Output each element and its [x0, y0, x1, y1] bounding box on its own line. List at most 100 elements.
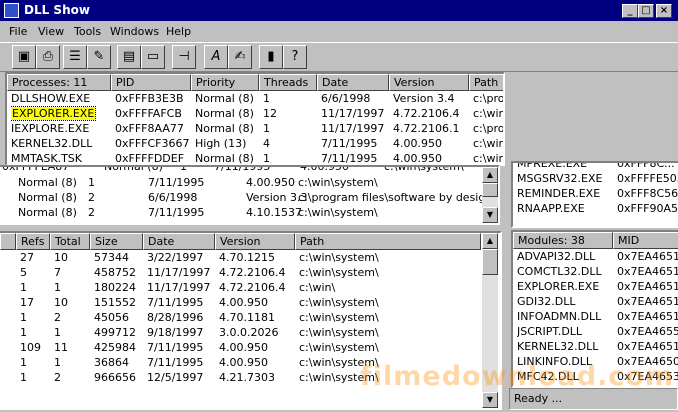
properties-icon[interactable]: ✎: [87, 45, 111, 69]
process-row[interactable]: MMTASK.TSK 0xFFFFDDEF Normal (8) 1 7/11/1995…: [7, 151, 503, 164]
column-pid[interactable]: PID: [111, 74, 191, 91]
process-name: MSGSRV32.EXE: [517, 172, 603, 185]
column-date[interactable]: Date: [143, 233, 215, 250]
total: 1: [54, 326, 61, 339]
list-item[interactable]: GDI32.DLL 0x7EA4651F: [513, 294, 678, 309]
size: 151552: [94, 296, 136, 309]
column-threads[interactable]: Threads: [259, 74, 317, 91]
threads-cell: 1: [263, 151, 319, 164]
total: 1: [54, 281, 61, 294]
mid: 0x7EA4655D: [617, 325, 678, 338]
menu-file[interactable]: File: [9, 25, 27, 38]
total-cell: 10: [54, 295, 90, 310]
list-item[interactable]: MPREXE.EXE 0xFFF8C...: [513, 163, 678, 171]
process-row[interactable]: DLLSHOW.EXE 0xFFFB3E3B Normal (8) 1 6/6/1998…: [7, 91, 503, 106]
process-name: KERNEL32.DLL: [11, 137, 93, 150]
path-cell: c:\win\system\: [473, 136, 503, 151]
table-row[interactable]: 1 1 499712 9/18/1997 3.0.0.2026 c:\win\system…: [0, 325, 500, 340]
menu-help[interactable]: Help: [166, 25, 191, 38]
date: 9/18/1997: [147, 326, 204, 339]
list-item[interactable]: Normal (8) 2 7/11/1995 4.10.1537 c:\win\syst…: [0, 205, 498, 220]
column-icon[interactable]: [0, 233, 16, 250]
size-cell: 425984: [94, 340, 144, 355]
column-version[interactable]: Version: [389, 74, 469, 91]
column-date[interactable]: Date: [317, 74, 389, 91]
list-item[interactable]: INFOADMN.DLL 0x7EA4651B: [513, 309, 678, 324]
threads: 2: [88, 191, 95, 204]
column-size[interactable]: Size: [90, 233, 143, 250]
edit-icon[interactable]: ✍: [228, 45, 252, 69]
save-icon[interactable]: ▣: [12, 45, 36, 69]
list-item[interactable]: RNAAPP.EXE 0xFFF90A5E: [513, 201, 678, 216]
scroll-up-button[interactable]: ▲: [482, 233, 498, 249]
column-total[interactable]: Total: [50, 233, 90, 250]
path-cell: c:\win\system\: [298, 205, 484, 220]
pin-icon[interactable]: ⊣: [172, 45, 196, 69]
column-version[interactable]: Version: [215, 233, 295, 250]
close-button[interactable]: ×: [656, 4, 672, 18]
table-row[interactable]: 17 10 151552 7/11/1995 4.00.950 c:\win\system…: [0, 295, 500, 310]
monitor-icon[interactable]: ▭: [141, 45, 165, 69]
scroll-up-button[interactable]: ▲: [482, 167, 498, 183]
process-row[interactable]: IEXPLORE.EXE 0xFFF8AA77 Normal (8) 1 11/17/1…: [7, 121, 503, 136]
list-item[interactable]: ADVAPI32.DLL 0x7EA4651D: [513, 249, 678, 264]
process-name: EXPLORER.EXE: [11, 106, 97, 121]
table-row[interactable]: 109 11 425984 7/11/1995 4.00.950 c:\win\syste…: [0, 340, 500, 355]
table-row[interactable]: 1 2 45056 8/28/1996 4.70.1181 c:\win\system\: [0, 310, 500, 325]
column-path[interactable]: Path: [295, 233, 481, 250]
list-item[interactable]: 0xFFFFEA87 Normal (8) 1 7/11/1995 4.00.950 c:…: [0, 167, 498, 174]
scroll-down-button[interactable]: ▼: [482, 392, 498, 408]
pid-cell: 0xFFF8AA77: [115, 121, 193, 136]
menu-tools[interactable]: Tools: [74, 25, 101, 38]
menu-windows[interactable]: Windows: [110, 25, 159, 38]
path-cell: c:\program files\software by design\: [298, 190, 484, 205]
column-refs[interactable]: Refs: [16, 233, 50, 250]
mid-cell: 0x7EA4651C: [617, 264, 678, 279]
threads-scrollbar[interactable]: ▲ ▼: [482, 167, 498, 223]
process-name-cell: MPREXE.EXE: [517, 163, 613, 171]
list-item[interactable]: Normal (8) 2 6/6/1998 Version 3.3 c:\program…: [0, 190, 498, 205]
refs-cell: 109: [20, 340, 52, 355]
list-item[interactable]: KERNEL32.DLL 0x7EA4651A: [513, 339, 678, 354]
column-modules[interactable]: Modules: 38: [513, 232, 613, 249]
version-cell: 4.72.2106.1: [393, 121, 471, 136]
priority: Normal (8): [195, 107, 254, 120]
process-row[interactable]: KERNEL32.DLL 0xFFFCF3667 High (13) 4 7/11/19…: [7, 136, 503, 151]
font-icon[interactable]: A: [204, 45, 228, 69]
list-item[interactable]: COMCTL32.DLL 0x7EA4651C: [513, 264, 678, 279]
pid-cell: 0xFFFCF3667: [115, 136, 193, 151]
table-row[interactable]: 27 10 57344 3/22/1997 4.70.1215 c:\win\system…: [0, 250, 500, 265]
maximize-button[interactable]: □: [638, 4, 654, 18]
scroll-thumb[interactable]: [482, 249, 498, 275]
scroll-thumb[interactable]: [482, 183, 498, 197]
help-icon[interactable]: ?: [283, 45, 307, 69]
path: c:\program files\software by design\: [473, 92, 505, 105]
menu-view[interactable]: View: [38, 25, 64, 38]
module-name: GDI32.DLL: [517, 295, 576, 308]
column-processes[interactable]: Processes: 11: [7, 74, 111, 91]
column-path[interactable]: Path: [469, 74, 503, 91]
size: 36864: [94, 356, 129, 369]
column-mid[interactable]: MID: [613, 232, 678, 249]
list-item[interactable]: Normal (8) 1 7/11/1995 4.00.950 c:\win\syste…: [0, 175, 498, 190]
mid-cell: 0x7EA4655D: [617, 324, 678, 339]
list-item[interactable]: JSCRIPT.DLL 0x7EA4655D: [513, 324, 678, 339]
total: 7: [54, 266, 61, 279]
print-icon[interactable]: ⎙: [36, 45, 60, 69]
book-icon[interactable]: ▮: [259, 45, 283, 69]
process-row[interactable]: EXPLORER.EXE 0xFFFFAFCB Normal (8) 12 11/17/…: [7, 106, 503, 121]
table-row[interactable]: 1 1 180224 11/17/1997 4.72.2106.4 c:\win\: [0, 280, 500, 295]
windows-icon[interactable]: ▤: [117, 45, 141, 69]
table-row[interactable]: 5 7 458752 11/17/1997 4.72.2106.4 c:\win\syst…: [0, 265, 500, 280]
path: c:\program files\microsoft internet\: [473, 122, 505, 135]
date-cell: 7/11/1995: [148, 175, 218, 190]
scroll-down-button[interactable]: ▼: [482, 207, 498, 223]
list-item[interactable]: EXPLORER.EXE 0x7EA4651E: [513, 279, 678, 294]
column-priority[interactable]: Priority: [191, 74, 259, 91]
list-item[interactable]: REMINDER.EXE 0xFFF8C56E: [513, 186, 678, 201]
list-item[interactable]: MSGSRV32.EXE 0xFFFFE503: [513, 171, 678, 186]
process-name-cell: RNAAPP.EXE: [517, 201, 613, 216]
minimize-button[interactable]: _: [622, 4, 638, 18]
priority-cell: High (13): [195, 136, 261, 151]
properties-icon[interactable]: ☰: [63, 45, 87, 69]
